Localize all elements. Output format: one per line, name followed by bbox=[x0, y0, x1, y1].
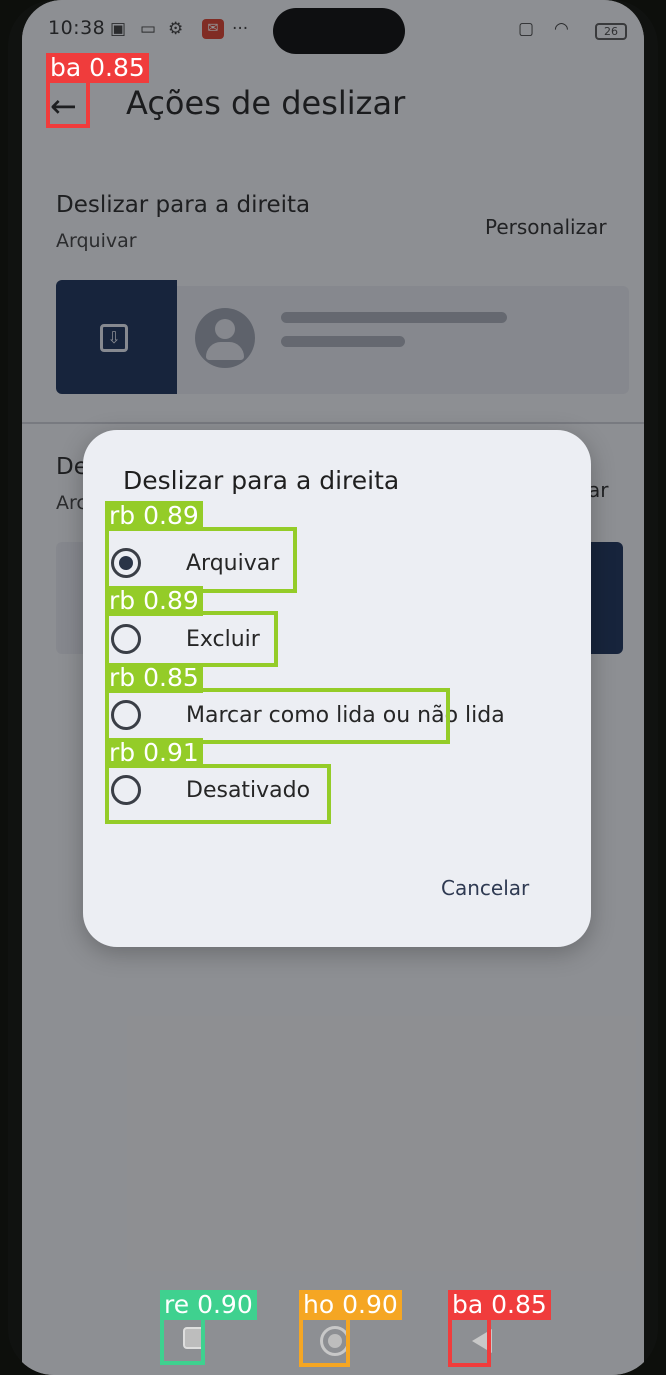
home-nav-button[interactable] bbox=[314, 1318, 356, 1362]
radio-button[interactable] bbox=[111, 624, 141, 654]
option-label: Marcar como lida ou não lida bbox=[186, 702, 505, 728]
radio-button[interactable] bbox=[111, 700, 141, 730]
cancel-button[interactable]: Cancelar bbox=[441, 876, 529, 900]
radio-button-selected[interactable] bbox=[111, 548, 141, 578]
dialog-title: Deslizar para a direita bbox=[123, 466, 400, 495]
option-marcar-lida[interactable]: Marcar como lida ou não lida bbox=[111, 686, 505, 744]
circle-icon bbox=[320, 1326, 350, 1356]
detection-label: rb 0.85 bbox=[105, 663, 203, 693]
back-nav-button[interactable] bbox=[462, 1318, 504, 1362]
option-label: Desativado bbox=[186, 777, 311, 803]
radio-button[interactable] bbox=[111, 775, 141, 805]
option-excluir[interactable]: Excluir bbox=[111, 610, 260, 668]
recents-nav-button[interactable] bbox=[174, 1318, 216, 1362]
detection-label: re 0.90 bbox=[160, 1290, 257, 1320]
detection-label: rb 0.89 bbox=[105, 586, 203, 616]
triangle-back-icon bbox=[472, 1329, 492, 1353]
detection-label: ba 0.85 bbox=[448, 1290, 551, 1320]
detection-label: ho 0.90 bbox=[299, 1290, 402, 1320]
option-arquivar[interactable]: Arquivar bbox=[111, 534, 279, 592]
option-desativado[interactable]: Desativado bbox=[111, 761, 310, 819]
option-label: Arquivar bbox=[186, 550, 280, 576]
detection-label: rb 0.91 bbox=[105, 738, 203, 768]
detection-label: ba 0.85 bbox=[46, 53, 149, 83]
option-label: Excluir bbox=[186, 626, 260, 652]
detection-label: rb 0.89 bbox=[105, 501, 203, 531]
square-icon bbox=[183, 1327, 205, 1349]
